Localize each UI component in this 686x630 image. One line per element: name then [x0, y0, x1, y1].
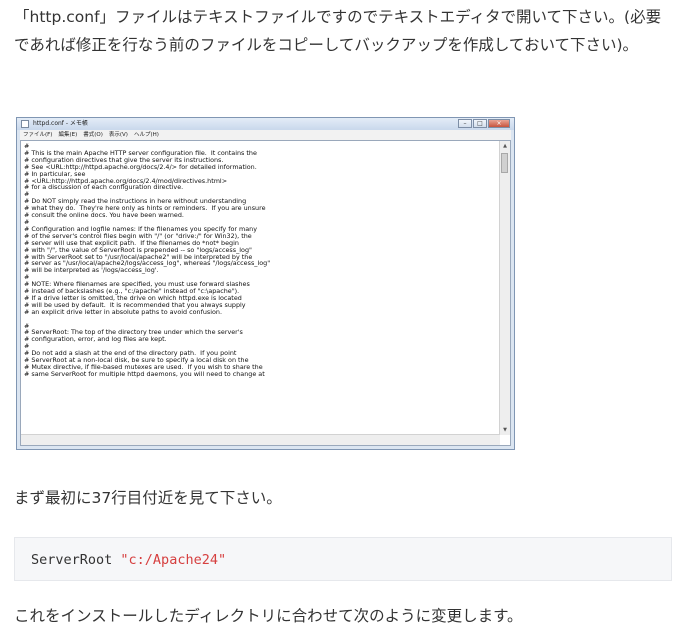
scroll-thumb	[501, 153, 508, 173]
menu-file: ファイル(F)	[23, 132, 53, 138]
notepad-title-bar: httpd.conf - メモ帳 – □ ×	[17, 118, 514, 130]
config-file-text: # # This is the main Apache HTTP server …	[24, 142, 271, 378]
close-icon: ×	[488, 119, 510, 128]
notepad-title: httpd.conf - メモ帳	[33, 120, 88, 127]
notepad-screenshot: httpd.conf - メモ帳 – □ × ファイル(F) 編集(E) 書式(…	[16, 117, 515, 450]
scroll-up-icon: ▲	[503, 143, 507, 149]
code-block: ServerRoot "c:/Apache24"	[14, 537, 672, 581]
code-line: ServerRoot "c:/Apache24"	[31, 550, 226, 570]
notepad-app-icon	[21, 120, 29, 128]
code-directive: ServerRoot	[31, 552, 113, 568]
minimize-icon: –	[458, 119, 472, 128]
menu-view: 表示(V)	[108, 132, 128, 138]
notepad-menu-bar: ファイル(F) 編集(E) 書式(O) 表示(V) ヘルプ(H)	[20, 130, 511, 140]
vertical-scrollbar: ▲ ▼	[499, 141, 510, 435]
horizontal-scrollbar	[21, 434, 500, 445]
code-string: "c:/Apache24"	[120, 552, 227, 568]
intro-paragraph: 「http.conf」ファイルはテキストファイルですのでテキストエディタで開いて…	[14, 8, 662, 54]
menu-help: ヘルプ(H)	[133, 132, 159, 138]
menu-format: 書式(O)	[83, 132, 103, 138]
scroll-down-icon: ▼	[503, 427, 507, 433]
notepad-editor: # # This is the main Apache HTTP server …	[20, 140, 511, 446]
menu-edit: 編集(E)	[58, 132, 78, 138]
line37-paragraph: まず最初に37行目付近を見て下さい。	[14, 489, 282, 507]
maximize-icon: □	[473, 119, 487, 128]
change-paragraph: これをインストールしたディレクトリに合わせて次のように変更します。	[14, 607, 523, 625]
window-controls: – □ ×	[457, 119, 510, 129]
